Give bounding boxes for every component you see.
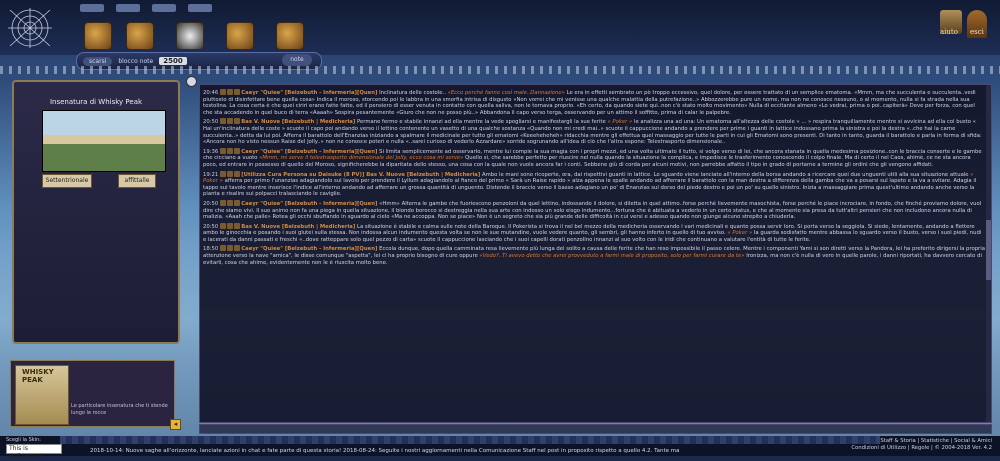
message-quote: «Ecco perché fanno così male..Dannazione…: [447, 90, 565, 96]
avatar-icon[interactable]: [234, 118, 241, 125]
avatar-icon[interactable]: [234, 170, 241, 177]
avatar-icon[interactable]: [234, 199, 241, 206]
avatar-icon[interactable]: [227, 199, 234, 206]
spiderweb-icon: [8, 8, 52, 48]
skin-select[interactable]: This is Halloween!: [6, 444, 62, 460]
avatar-icon[interactable]: [234, 89, 241, 95]
whisky-peak-description: Le particolare insenatura che ti stende …: [71, 403, 168, 416]
note-button[interactable]: note: [282, 54, 312, 66]
settings-icon[interactable]: [186, 76, 197, 87]
avatar-icon[interactable]: [227, 222, 234, 229]
message-author[interactable]: Caeyr "Quiee" [Belzebuth - Infermeria][Q…: [241, 90, 377, 96]
chat-message: 20:50 Caeyr "Quiee" [Belzebuth - Infermer…: [200, 199, 985, 222]
chat-message: 19:21 [Utilizza Cura Persona su Daisuke (…: [200, 170, 985, 199]
news-ticker: 2018-10-14: Nuove saghe all'orizzonte, l…: [90, 448, 680, 454]
avatar-icon[interactable]: [227, 89, 234, 95]
message-text: Inclinatura delle costole..: [379, 90, 446, 96]
avatar-icon[interactable]: [220, 170, 227, 177]
aiuto-label[interactable]: aiuto: [940, 28, 958, 36]
message-author[interactable]: [Utilizza Cura Persona su Daisuke (8 PV)…: [241, 172, 480, 178]
message-text: «Hmm»: [379, 200, 400, 207]
message-author[interactable]: Caeyr "Quiee" [Belzebuth - Infermeria][Q…: [241, 201, 377, 207]
chat-message: 19:36 Caeyr "Quiee" [Belzebuth - Infermer…: [200, 147, 985, 170]
avatar-icon[interactable]: [220, 199, 227, 206]
avatar-icon[interactable]: [220, 147, 227, 154]
message-text: Permane fermo e stabile innanzi ad ella …: [357, 119, 606, 126]
footer-line-1[interactable]: Staff & Storia | Statistiche | Social & …: [851, 438, 992, 445]
scarsi-button[interactable]: scarsi: [83, 56, 113, 66]
avatar-icon[interactable]: [220, 245, 227, 252]
chat-message: 20:50 Bas V. Nuove [Belzebuth | Medicheri…: [200, 118, 985, 146]
message-author[interactable]: Bas V. Nuove [Belzebuth | Medicheria]: [241, 119, 355, 125]
blocco-note-label: blocco note: [118, 57, 154, 65]
esci-label[interactable]: esci: [970, 28, 984, 36]
message-quote: «Mmm, mi serve il telestrasporto dimensi…: [259, 155, 464, 162]
skin-label: Scegli la Skin:: [6, 437, 41, 443]
message-timestamp: 20:50: [203, 200, 219, 207]
message-timestamp: 20:46: [203, 90, 219, 96]
footer-line-2[interactable]: Condizioni di Utilizzo | Regole | © 2004…: [851, 445, 992, 452]
avatar-icon[interactable]: [234, 245, 241, 252]
pirate-icon[interactable]: [176, 22, 204, 50]
avatar-icon[interactable]: [227, 170, 234, 177]
message-text: Ambo le mani sono ricoperte, ora, dai ri…: [481, 171, 969, 178]
message-quote: «Vedo?..Ti avevo detto che avrei provved…: [479, 253, 745, 260]
location-button-settentrionale[interactable]: Settentrionale: [42, 174, 92, 188]
message-quote: « Poker »: [607, 119, 633, 126]
message-timestamp: 19:36: [203, 148, 219, 155]
whisky-peak-map[interactable]: WHISKY PEAK: [15, 365, 69, 425]
message-author[interactable]: Caeyr "Quiee" [Belzebuth - Infermeria][Q…: [241, 246, 377, 252]
chat-message: 20:46 Caeyr "Quiee" [Belzebuth - Infermer…: [200, 89, 985, 117]
message-timestamp: 19:21: [203, 171, 219, 178]
location-title: Insenatura di Whisky Peak: [49, 98, 143, 106]
message-author[interactable]: Bas V. Nuove [Belzebuth | Medicheria]: [241, 224, 355, 230]
nav-tab-3[interactable]: [152, 4, 176, 12]
message-timestamp: 20:50: [203, 223, 219, 230]
avatar-icon[interactable]: [220, 89, 227, 95]
chat-input-bar[interactable]: [199, 424, 992, 434]
location-image: [42, 110, 166, 172]
chat-scrollbar[interactable]: [986, 85, 991, 422]
avatar-icon[interactable]: [234, 147, 241, 154]
message-rest: afferra per primo l'unanzias adagiandolo…: [203, 178, 977, 198]
message-quote: « Poker »: [727, 230, 753, 237]
top-navigation: aiuto esci: [0, 0, 1000, 55]
location-panel: Insenatura di Whisky Peak Settentrionale…: [12, 80, 180, 344]
message-author[interactable]: Caeyr "Quiee" [Belzebuth - Infermeria][Q…: [241, 149, 377, 155]
ship-icon[interactable]: [276, 22, 304, 50]
web-divider: [0, 66, 1000, 74]
nav-tab-2[interactable]: [116, 4, 140, 12]
avatar-icon[interactable]: [227, 118, 234, 125]
footer-links: Staff & Storia | Statistiche | Social & …: [851, 438, 992, 452]
footer-decor: [60, 436, 880, 444]
avatar-icon[interactable]: [220, 118, 227, 125]
inventory-icon[interactable]: [126, 22, 154, 50]
whisky-peak-panel: WHISKY PEAK Le particolare insenatura ch…: [10, 360, 175, 427]
chat-message: 18:50 Caeyr "Quiee" [Belzebuth - Infermer…: [200, 245, 985, 267]
nav-tab-4[interactable]: [188, 4, 212, 12]
whisky-peak-title: WHISKY PEAK: [22, 368, 54, 384]
message-timestamp: 20:50: [203, 119, 219, 126]
avatar-icon[interactable]: [227, 147, 234, 154]
chat-scroll-thumb[interactable]: [986, 219, 991, 280]
message-timestamp: 18:50: [203, 246, 219, 253]
berry-value: 2500: [159, 57, 187, 65]
collapse-arrow-icon[interactable]: ◂: [170, 419, 181, 430]
chat-log: 20:46 Caeyr "Quiee" [Belzebuth - Infermer…: [199, 84, 992, 423]
avatar-icon[interactable]: [220, 222, 227, 229]
nav-tab-1[interactable]: [80, 4, 104, 12]
avatar-icon[interactable]: [227, 245, 234, 252]
chat-message: 20:50 Bas V. Nuove [Belzebuth | Medicheri…: [200, 222, 985, 245]
character-icon[interactable]: [84, 22, 112, 50]
location-button-affittalle[interactable]: affittalle: [118, 174, 156, 188]
avatar-icon[interactable]: [234, 222, 241, 229]
map-icon[interactable]: [226, 22, 254, 50]
